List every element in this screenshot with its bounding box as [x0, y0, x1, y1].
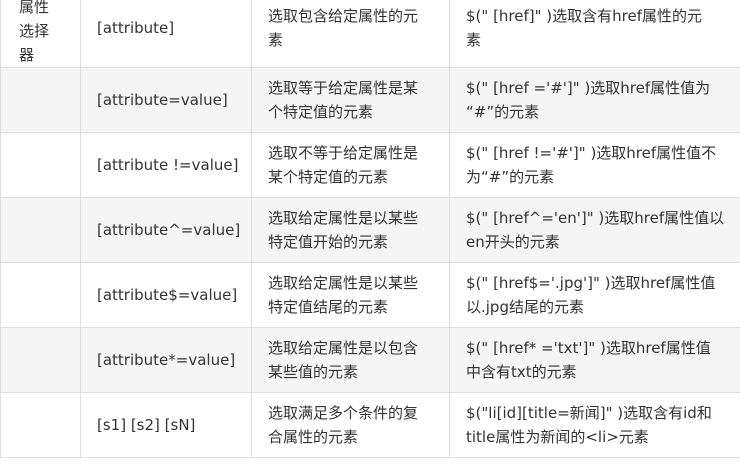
example-line: 以.jpg结尾的元素 — [466, 298, 584, 316]
example-cell: $(" [href$='.jpg']" )选取href属性值 以.jpg结尾的元… — [449, 262, 740, 328]
description-line: 选取不等于给定属性是 — [268, 144, 419, 162]
category-cell-empty — [0, 262, 81, 328]
description-line: 特定值开始的元素 — [268, 233, 389, 251]
description-cell: 选取给定属性是以某些 特定值开始的元素 — [251, 197, 450, 263]
category-cell-empty — [0, 197, 81, 263]
selector-cell: [attribute=value] — [80, 67, 252, 133]
description-line: 选取给定属性是以包含 — [268, 339, 419, 357]
table-row: [attribute=value] 选取等于给定属性是某 个特定值的元素 $("… — [0, 67, 740, 133]
table-row: [attribute*=value] 选取给定属性是以包含 某些值的元素 $("… — [0, 327, 740, 393]
category-cell-empty — [0, 67, 81, 133]
example-line: en开头的元素 — [466, 233, 560, 251]
category-cell-empty — [0, 327, 81, 393]
table-row: [attribute^=value] 选取给定属性是以某些 特定值开始的元素 $… — [0, 197, 740, 263]
description-line: 个特定值的元素 — [268, 103, 374, 121]
example-line: $(" [href ='#']" )选取href属性值为 — [466, 79, 711, 97]
example-line: “#”的元素 — [466, 103, 540, 121]
selector-cell: [attribute$=value] — [80, 262, 252, 328]
example-line: $(" [href^='en']" )选取href属性值以 — [466, 209, 725, 227]
attribute-selector-table: 属性 选择 器 [attribute] 选取包含给定属性的元 素 $(" [hr… — [0, 0, 740, 458]
description-cell: 选取满足多个条件的复 合属性的元素 — [251, 392, 450, 458]
category-cell-empty — [0, 132, 81, 198]
description-line: 素 — [268, 31, 284, 49]
example-line: $(" [href$='.jpg']" )选取href属性值 — [466, 274, 716, 292]
example-cell: $(" [href ='#']" )选取href属性值为 “#”的元素 — [449, 67, 740, 133]
selector-cell: [attribute] — [80, 0, 252, 68]
example-line: $("li[id][title=新闻]" )选取含有id和 — [466, 404, 712, 422]
description-line: 合属性的元素 — [268, 428, 359, 446]
example-line: 中含有txt的元素 — [466, 363, 577, 381]
example-cell: $(" [href !='#']" )选取href属性值不 为“#”的元素 — [449, 132, 740, 198]
example-line: title属性为新闻的<li>元素 — [466, 428, 649, 446]
description-cell: 选取给定属性是以某些 特定值结尾的元素 — [251, 262, 450, 328]
selector-cell: [s1] [s2] [sN] — [80, 392, 252, 458]
table-row: [s1] [s2] [sN] 选取满足多个条件的复 合属性的元素 $("li[i… — [0, 392, 740, 458]
category-cell-empty — [0, 392, 81, 458]
selector-cell: [attribute*=value] — [80, 327, 252, 393]
description-line: 特定值结尾的元素 — [268, 298, 389, 316]
table-row: 属性 选择 器 [attribute] 选取包含给定属性的元 素 $(" [hr… — [0, 0, 740, 68]
example-cell: $(" [href* ='txt']" )选取href属性值 中含有txt的元素 — [449, 327, 740, 393]
description-cell: 选取给定属性是以包含 某些值的元素 — [251, 327, 450, 393]
example-line: 为“#”的元素 — [466, 168, 555, 186]
selector-cell: [attribute !=value] — [80, 132, 252, 198]
description-line: 某个特定值的元素 — [268, 168, 389, 186]
description-cell: 选取等于给定属性是某 个特定值的元素 — [251, 67, 450, 133]
description-line: 选取给定属性是以某些 — [268, 209, 419, 227]
example-cell: $(" [href^='en']" )选取href属性值以 en开头的元素 — [449, 197, 740, 263]
description-line: 某些值的元素 — [268, 363, 359, 381]
table-row: [attribute$=value] 选取给定属性是以某些 特定值结尾的元素 $… — [0, 262, 740, 328]
example-cell: $("li[id][title=新闻]" )选取含有id和 title属性为新闻… — [449, 392, 740, 458]
example-line: $(" [href !='#']" )选取href属性值不 — [466, 144, 717, 162]
selector-cell: [attribute^=value] — [80, 197, 252, 263]
description-line: 选取等于给定属性是某 — [268, 79, 419, 97]
example-cell: $(" [href]" )选取含有href属性的元 素 — [449, 0, 740, 68]
table-row: [attribute !=value] 选取不等于给定属性是 某个特定值的元素 … — [0, 132, 740, 198]
description-line: 选取满足多个条件的复 — [268, 404, 419, 422]
description-line: 选取给定属性是以某些 — [268, 274, 419, 292]
category-label-line: 属性 — [19, 0, 50, 16]
description-line: 选取包含给定属性的元 — [268, 7, 419, 25]
description-cell: 选取包含给定属性的元 素 — [251, 0, 450, 68]
description-cell: 选取不等于给定属性是 某个特定值的元素 — [251, 132, 450, 198]
category-label-line: 选择 — [19, 22, 50, 40]
category-label-line: 器 — [19, 46, 35, 64]
example-line: 素 — [466, 31, 482, 49]
example-line: $(" [href]" )选取含有href属性的元 — [466, 7, 702, 25]
example-line: $(" [href* ='txt']" )选取href属性值 — [466, 339, 711, 357]
category-cell: 属性 选择 器 — [0, 0, 81, 68]
